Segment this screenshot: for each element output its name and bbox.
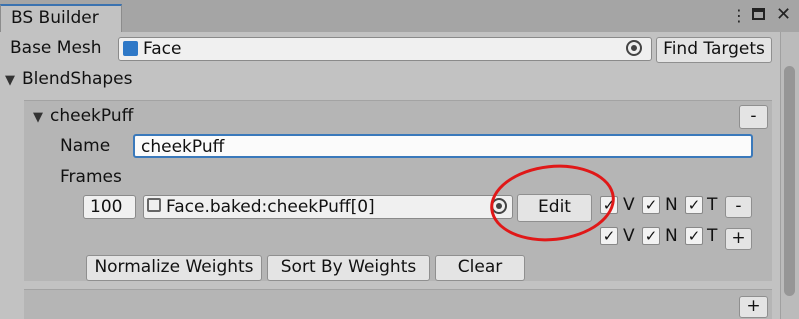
flag-v-label: V bbox=[623, 195, 635, 215]
new-flag-t-label: T bbox=[707, 226, 718, 246]
frame-mesh-field[interactable]: Face.baked:cheekPuff[0] bbox=[143, 195, 513, 219]
base-mesh-field[interactable]: Face bbox=[118, 37, 652, 61]
sort-by-weights-button[interactable]: Sort By Weights bbox=[267, 255, 430, 281]
checkbox-n[interactable]: ✓ bbox=[642, 196, 660, 214]
normalize-weights-button[interactable]: Normalize Weights bbox=[86, 255, 262, 281]
close-icon[interactable]: ✕ bbox=[776, 4, 791, 25]
scrollbar-thumb[interactable] bbox=[784, 66, 795, 296]
add-frame-button[interactable]: + bbox=[725, 228, 752, 250]
name-input-value: cheekPuff bbox=[141, 137, 225, 157]
new-flag-v-label: V bbox=[623, 226, 635, 246]
find-targets-label: Find Targets bbox=[663, 39, 765, 59]
blendshapes-foldout-arrow-icon[interactable]: ▼ bbox=[5, 73, 15, 88]
mesh-cube-icon bbox=[123, 41, 138, 56]
object-picker-icon[interactable] bbox=[626, 40, 642, 56]
flag-t-label: T bbox=[707, 195, 718, 215]
find-targets-button[interactable]: Find Targets bbox=[656, 37, 772, 63]
mesh-outline-icon bbox=[147, 198, 161, 212]
item-foldout-arrow-icon[interactable]: ▼ bbox=[33, 110, 43, 125]
flag-n-label: N bbox=[665, 195, 678, 215]
frames-label: Frames bbox=[60, 167, 122, 187]
add-blendshape-button[interactable]: + bbox=[739, 296, 768, 318]
remove-blendshape-label: - bbox=[750, 106, 757, 126]
frame-mesh-value: Face.baked:cheekPuff[0] bbox=[166, 197, 375, 217]
new-flag-n-label: N bbox=[665, 226, 678, 246]
add-blendshape-area bbox=[24, 289, 772, 319]
clear-label: Clear bbox=[457, 257, 503, 277]
new-checkbox-n[interactable]: ✓ bbox=[642, 227, 660, 245]
maximize-icon[interactable] bbox=[752, 8, 765, 20]
clear-button[interactable]: Clear bbox=[435, 255, 525, 281]
normalize-weights-label: Normalize Weights bbox=[94, 257, 254, 277]
remove-blendshape-button[interactable]: - bbox=[739, 105, 768, 129]
sort-by-weights-label: Sort By Weights bbox=[280, 257, 417, 277]
frame-weight-input[interactable]: 100 bbox=[83, 195, 136, 219]
name-label: Name bbox=[60, 136, 111, 156]
frame-weight-value: 100 bbox=[90, 197, 123, 217]
add-frame-label: + bbox=[731, 228, 746, 248]
checkbox-t[interactable]: ✓ bbox=[685, 196, 703, 214]
remove-frame-label: - bbox=[735, 196, 742, 216]
tab-bs-builder[interactable]: BS Builder bbox=[0, 4, 122, 32]
kebab-menu-icon[interactable]: ⋮ bbox=[731, 6, 747, 25]
item-header: cheekPuff bbox=[50, 106, 134, 126]
base-mesh-value: Face bbox=[143, 39, 182, 59]
new-checkbox-v[interactable]: ✓ bbox=[600, 227, 618, 245]
blendshape-item bbox=[24, 100, 772, 281]
blendshapes-label: BlendShapes bbox=[22, 69, 133, 89]
remove-frame-button[interactable]: - bbox=[725, 196, 752, 218]
tab-title: BS Builder bbox=[11, 8, 99, 28]
add-blendshape-label: + bbox=[746, 296, 761, 316]
base-mesh-label: Base Mesh bbox=[10, 38, 102, 58]
name-input[interactable]: cheekPuff bbox=[133, 134, 753, 158]
new-checkbox-t[interactable]: ✓ bbox=[685, 227, 703, 245]
